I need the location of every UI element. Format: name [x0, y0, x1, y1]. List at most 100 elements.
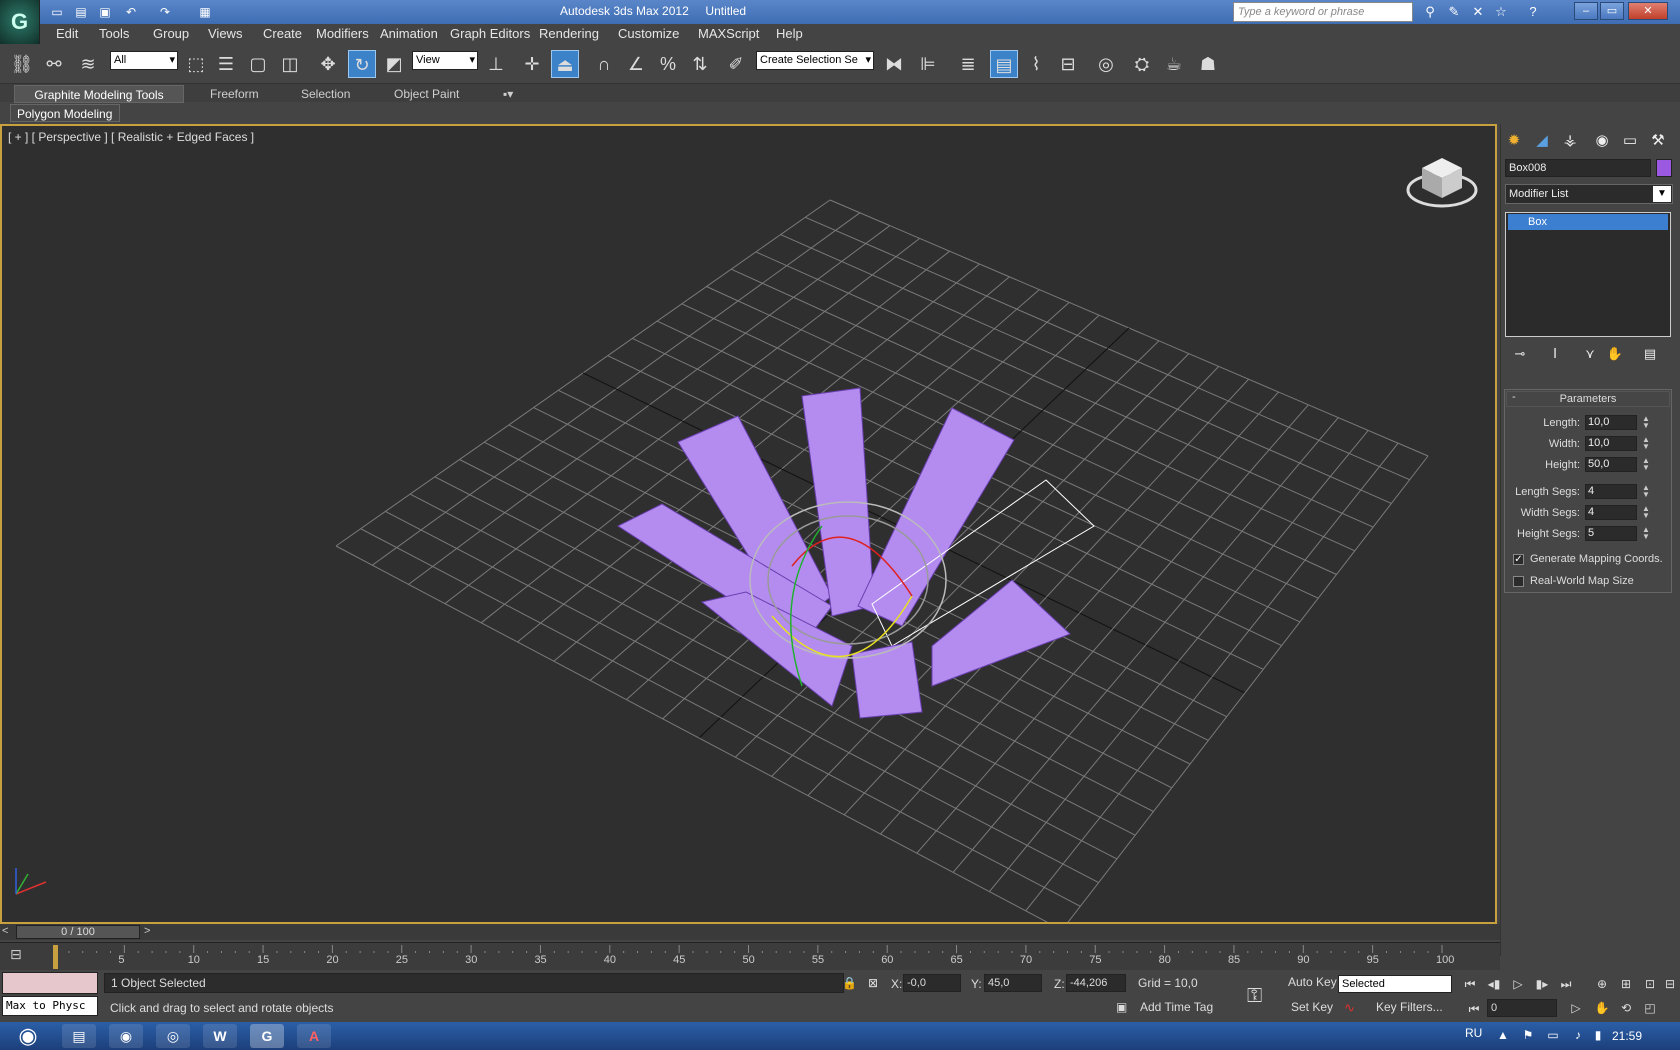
- maxscript-listener-input[interactable]: Max to Physc: [2, 996, 98, 1016]
- rectangular-selection-icon[interactable]: ▢: [244, 50, 272, 78]
- select-manipulate-icon[interactable]: ✛: [518, 50, 546, 78]
- polygon-modeling-panel[interactable]: Polygon Modeling: [10, 104, 120, 122]
- zoom-all-icon[interactable]: ⊞: [1616, 975, 1636, 993]
- menu-animation[interactable]: Animation: [380, 24, 438, 44]
- pan-view-icon[interactable]: ✋: [1592, 999, 1612, 1017]
- lock-icon[interactable]: 🔒: [842, 976, 857, 990]
- menu-maxscript[interactable]: MAXScript: [698, 24, 759, 44]
- menu-graph-editors[interactable]: Graph Editors: [450, 24, 530, 44]
- select-and-rotate-icon[interactable]: ↻: [348, 50, 376, 78]
- select-and-link-icon[interactable]: ⛓: [8, 50, 36, 78]
- default-tangent-icon[interactable]: ∿: [1344, 1000, 1355, 1016]
- word-icon[interactable]: W: [203, 1024, 237, 1048]
- maximize-viewport-icon[interactable]: ⊟: [1660, 975, 1680, 993]
- project-folder-icon[interactable]: ▦: [196, 3, 214, 21]
- modify-tab-icon[interactable]: ◢: [1530, 130, 1554, 152]
- current-frame-field[interactable]: 0: [1487, 999, 1557, 1017]
- spinner-snap-icon[interactable]: ⇅: [686, 50, 714, 78]
- close-button[interactable]: ✕: [1628, 2, 1668, 20]
- material-editor-icon[interactable]: ◎: [1092, 50, 1120, 78]
- generate-mapping-checkbox[interactable]: ✓: [1513, 554, 1524, 565]
- angle-snap-icon[interactable]: ∠: [622, 50, 650, 78]
- undo-icon[interactable]: ↶: [122, 3, 140, 21]
- real-world-map-checkbox[interactable]: [1513, 576, 1524, 587]
- menu-customize[interactable]: Customize: [618, 24, 679, 44]
- search-input[interactable]: Type a keyword or phrase: [1233, 2, 1413, 22]
- z-coord-field[interactable]: -44,206: [1066, 974, 1126, 992]
- menu-rendering[interactable]: Rendering: [539, 24, 599, 44]
- maximize-toggle-icon[interactable]: ◰: [1640, 999, 1660, 1017]
- create-tab-icon[interactable]: ✹: [1502, 130, 1526, 152]
- display-tab-icon[interactable]: ▭: [1618, 130, 1642, 152]
- snaps-toggle-icon[interactable]: ∩: [590, 50, 618, 78]
- height-segs-spinner[interactable]: ▲ ▼: [1641, 526, 1651, 541]
- 3dsmax-taskbar-icon[interactable]: G: [250, 1024, 284, 1048]
- menu-help[interactable]: Help: [776, 24, 803, 44]
- stack-item-box[interactable]: Box: [1508, 214, 1668, 230]
- tab-selection[interactable]: Selection: [301, 85, 350, 103]
- utilities-tab-icon[interactable]: ⚒: [1646, 130, 1670, 152]
- length-segs-spinner[interactable]: ▲ ▼: [1641, 484, 1651, 499]
- menu-create[interactable]: Create: [263, 24, 302, 44]
- length-field[interactable]: 10,0: [1585, 415, 1637, 430]
- height-segs-field[interactable]: 5: [1585, 526, 1637, 541]
- media-player-icon[interactable]: ◉: [109, 1024, 143, 1048]
- select-object-icon[interactable]: ⬚: [182, 50, 210, 78]
- open-file-icon[interactable]: ▤: [72, 3, 90, 21]
- hierarchy-tab-icon[interactable]: ⚶: [1558, 130, 1582, 152]
- bind-space-warp-icon[interactable]: ≋: [74, 50, 102, 78]
- curve-editor-icon[interactable]: ⌇: [1022, 50, 1050, 78]
- maximize-button[interactable]: ▭: [1600, 2, 1624, 20]
- x-coord-field[interactable]: -0,0: [903, 974, 961, 992]
- layer-manager-icon[interactable]: ≣: [954, 50, 982, 78]
- prev-frame-icon[interactable]: <: [2, 925, 8, 937]
- render-setup-icon[interactable]: ⛭: [1128, 50, 1156, 78]
- zoom-icon[interactable]: ⊕: [1592, 975, 1612, 993]
- remove-modifier-icon[interactable]: ✋: [1605, 344, 1625, 364]
- collapse-icon[interactable]: -: [1512, 391, 1516, 403]
- unlink-icon[interactable]: ⚯: [40, 50, 68, 78]
- key-filters-button[interactable]: Key Filters...: [1376, 1000, 1443, 1014]
- mirror-icon[interactable]: ⧓: [880, 50, 908, 78]
- window-crossing-icon[interactable]: ◫: [276, 50, 304, 78]
- previous-key-icon[interactable]: ◂▮: [1484, 975, 1504, 993]
- height-field[interactable]: 50,0: [1585, 457, 1637, 472]
- width-spinner[interactable]: ▲ ▼: [1641, 436, 1651, 451]
- percent-snap-icon[interactable]: %: [654, 50, 682, 78]
- width-segs-spinner[interactable]: ▲ ▼: [1641, 505, 1651, 520]
- new-file-icon[interactable]: ▭: [48, 3, 66, 21]
- configure-sets-icon[interactable]: ▤: [1640, 344, 1660, 364]
- height-spinner[interactable]: ▲ ▼: [1641, 457, 1651, 472]
- subscription-icon[interactable]: ✎: [1445, 3, 1463, 21]
- menu-modifiers[interactable]: Modifiers: [316, 24, 369, 44]
- selection-filter-dropdown[interactable]: All: [110, 51, 178, 70]
- add-time-tag[interactable]: Add Time Tag: [1140, 1000, 1213, 1014]
- rendered-frame-icon[interactable]: ☕: [1160, 50, 1188, 78]
- play-icon[interactable]: ▷: [1508, 975, 1528, 993]
- start-button-icon[interactable]: ◉: [8, 1022, 48, 1050]
- orbit-icon[interactable]: ⟲: [1616, 999, 1636, 1017]
- communication-icon[interactable]: ✕: [1469, 3, 1487, 21]
- save-file-icon[interactable]: ▣: [96, 3, 114, 21]
- maxscript-listener-pink[interactable]: [2, 972, 98, 994]
- time-slider[interactable]: 0 / 100: [16, 925, 140, 939]
- perspective-viewport[interactable]: [ + ] [ Perspective ] [ Realistic + Edge…: [0, 124, 1497, 924]
- next-frame-icon[interactable]: >: [144, 925, 150, 937]
- menu-tools[interactable]: Tools: [99, 24, 129, 44]
- menu-edit[interactable]: Edit: [56, 24, 78, 44]
- language-indicator[interactable]: RU: [1465, 1026, 1482, 1040]
- go-to-start-icon[interactable]: ⏮: [1460, 975, 1480, 993]
- named-selection-dropdown[interactable]: Create Selection Se: [756, 51, 874, 70]
- favorites-star-icon[interactable]: ☆: [1492, 3, 1510, 21]
- time-tag-icon[interactable]: ▣: [1116, 1000, 1127, 1014]
- zoom-extents-icon[interactable]: ⊡: [1640, 975, 1660, 993]
- chevron-down-icon[interactable]: ▼: [1653, 186, 1671, 202]
- explorer-icon[interactable]: ▤: [62, 1024, 96, 1048]
- app-logo-icon[interactable]: G: [0, 0, 40, 44]
- help-icon[interactable]: ?: [1524, 3, 1542, 21]
- set-key-icon[interactable]: ⚿: [1247, 985, 1262, 1008]
- tray-flag-icon[interactable]: ⚑: [1520, 1028, 1536, 1042]
- edit-named-selection-icon[interactable]: ✐: [722, 50, 750, 78]
- redo-icon[interactable]: ↷: [156, 3, 174, 21]
- schematic-view-icon[interactable]: ⊟: [1054, 50, 1082, 78]
